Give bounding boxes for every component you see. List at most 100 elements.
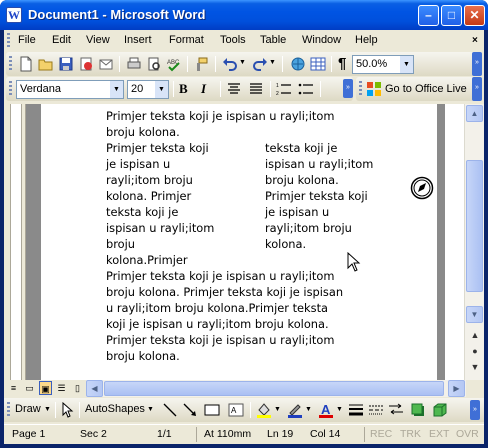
- web-layout-view-icon[interactable]: ▭: [23, 381, 36, 395]
- fill-color-dropdown-icon[interactable]: ▼: [274, 406, 281, 413]
- vertical-scroll-thumb[interactable]: [466, 160, 483, 292]
- status-trk[interactable]: TRK: [400, 428, 421, 440]
- format-painter-icon[interactable]: [194, 56, 210, 72]
- menu-file[interactable]: File: [18, 34, 36, 46]
- permission-icon[interactable]: [78, 56, 94, 72]
- normal-view-icon[interactable]: ≡: [7, 381, 20, 395]
- print-icon[interactable]: [126, 56, 142, 72]
- print-layout-view-icon[interactable]: ▣: [39, 381, 52, 395]
- font-color-dropdown-icon[interactable]: ▼: [336, 406, 343, 413]
- line-color-dropdown-icon[interactable]: ▼: [305, 406, 312, 413]
- autoshapes-menu-button[interactable]: AutoShapes: [85, 403, 145, 415]
- document-close-icon[interactable]: ×: [472, 35, 478, 46]
- font-size-dropdown-icon[interactable]: ▼: [155, 81, 168, 98]
- line-color-icon[interactable]: [287, 402, 303, 418]
- scroll-left-icon[interactable]: ◀: [86, 380, 103, 397]
- toolbar-grip[interactable]: [7, 402, 10, 418]
- draw-dropdown-icon[interactable]: ▼: [44, 406, 51, 413]
- toolbar-options-icon[interactable]: »: [472, 77, 482, 101]
- menu-view[interactable]: View: [86, 34, 110, 46]
- autoshapes-dropdown-icon[interactable]: ▼: [147, 406, 154, 413]
- menu-help[interactable]: Help: [355, 34, 378, 46]
- font-name-combo[interactable]: Verdana ▼: [16, 80, 124, 99]
- save-icon[interactable]: [58, 56, 74, 72]
- redo-dropdown-icon[interactable]: ▼: [269, 59, 276, 66]
- insert-table-icon[interactable]: [310, 56, 326, 72]
- menu-format[interactable]: Format: [169, 34, 204, 46]
- undo-icon[interactable]: [222, 56, 238, 72]
- dash-style-icon[interactable]: [368, 402, 384, 418]
- menubar-grip[interactable]: [7, 33, 10, 49]
- go-to-office-live-button[interactable]: Go to Office Live: [385, 83, 467, 95]
- arrow-icon[interactable]: [182, 402, 198, 418]
- outline-view-icon[interactable]: ☰: [55, 381, 68, 395]
- numbering-icon[interactable]: 12: [276, 81, 292, 97]
- next-page-icon[interactable]: ▼: [470, 362, 480, 372]
- italic-button[interactable]: I: [201, 81, 206, 97]
- font-size-combo[interactable]: 20 ▼: [127, 80, 169, 99]
- email-icon[interactable]: [98, 56, 114, 72]
- maximize-button[interactable]: □: [441, 5, 462, 26]
- horizontal-scrollbar[interactable]: ◀ ▶: [86, 380, 466, 397]
- menu-window[interactable]: Window: [302, 34, 341, 46]
- rectangle-icon[interactable]: [204, 402, 220, 418]
- undo-dropdown-icon[interactable]: ▼: [239, 59, 246, 66]
- zoom-dropdown-icon[interactable]: ▼: [400, 56, 413, 73]
- status-ext[interactable]: EXT: [429, 428, 449, 440]
- 3d-style-icon[interactable]: [432, 402, 448, 418]
- print-preview-icon[interactable]: [146, 56, 162, 72]
- show-formatting-icon[interactable]: ¶: [338, 55, 346, 72]
- vertical-ruler: [4, 104, 26, 380]
- select-browse-object-icon[interactable]: ●: [470, 346, 480, 356]
- draw-menu-button[interactable]: Draw: [15, 403, 41, 415]
- reading-layout-icon[interactable]: ▯: [71, 381, 84, 395]
- title-bar[interactable]: W Document1 - Microsoft Word – □ ✕: [0, 0, 488, 30]
- svg-text:1: 1: [276, 83, 279, 89]
- font-color-icon[interactable]: A: [318, 402, 334, 418]
- drawing-options-icon[interactable]: »: [470, 400, 480, 420]
- bullets-icon[interactable]: [298, 81, 314, 97]
- select-objects-icon[interactable]: [59, 402, 75, 418]
- open-folder-icon[interactable]: [38, 56, 54, 72]
- zoom-combo[interactable]: 50.0% ▼: [352, 55, 414, 74]
- scroll-down-icon[interactable]: ▼: [466, 306, 483, 323]
- office-live-icon[interactable]: [366, 81, 382, 97]
- document-page[interactable]: Primjer teksta koji je ispisan u rayli;i…: [41, 104, 437, 380]
- previous-page-icon[interactable]: ▲: [470, 330, 480, 340]
- hyperlink-icon[interactable]: [290, 56, 306, 72]
- minimize-button[interactable]: –: [418, 5, 439, 26]
- menu-insert[interactable]: Insert: [124, 34, 152, 46]
- vertical-scrollbar[interactable]: ▲ ▼ ▲ ● ▼: [464, 104, 484, 380]
- toolbar-grip[interactable]: [359, 81, 362, 97]
- scroll-right-icon[interactable]: ▶: [448, 380, 465, 397]
- toolbar-grip[interactable]: [9, 81, 12, 97]
- ink-annotation-icon[interactable]: [410, 176, 434, 200]
- line-style-icon[interactable]: [348, 402, 364, 418]
- scroll-up-icon[interactable]: ▲: [466, 105, 483, 122]
- status-ovr[interactable]: OVR: [456, 428, 479, 440]
- text-box-icon[interactable]: A: [228, 402, 244, 418]
- menu-edit[interactable]: Edit: [52, 34, 71, 46]
- word-app-icon[interactable]: W: [6, 7, 22, 23]
- status-rec[interactable]: REC: [370, 428, 392, 440]
- shadow-style-icon[interactable]: [410, 402, 426, 418]
- formatting-options-icon[interactable]: »: [343, 79, 353, 98]
- new-document-icon[interactable]: [18, 56, 34, 72]
- menu-tools[interactable]: Tools: [220, 34, 246, 46]
- doc-line: Primjer teksta koji je ispisan u rayli;i…: [106, 109, 335, 123]
- toolbar-grip[interactable]: [9, 56, 12, 72]
- svg-text:2: 2: [276, 91, 279, 97]
- line-icon[interactable]: [162, 402, 178, 418]
- horizontal-scroll-thumb[interactable]: [104, 381, 444, 396]
- fill-color-icon[interactable]: [256, 402, 272, 418]
- toolbar-options-icon[interactable]: »: [472, 52, 482, 76]
- spelling-icon[interactable]: ABC: [166, 56, 182, 72]
- font-name-dropdown-icon[interactable]: ▼: [110, 81, 123, 98]
- close-button[interactable]: ✕: [464, 5, 485, 26]
- menu-table[interactable]: Table: [260, 34, 286, 46]
- arrow-style-icon[interactable]: [388, 402, 404, 418]
- bold-button[interactable]: B: [179, 81, 188, 97]
- redo-icon[interactable]: [252, 56, 268, 72]
- justify-icon[interactable]: [248, 81, 264, 97]
- align-center-icon[interactable]: [226, 81, 242, 97]
